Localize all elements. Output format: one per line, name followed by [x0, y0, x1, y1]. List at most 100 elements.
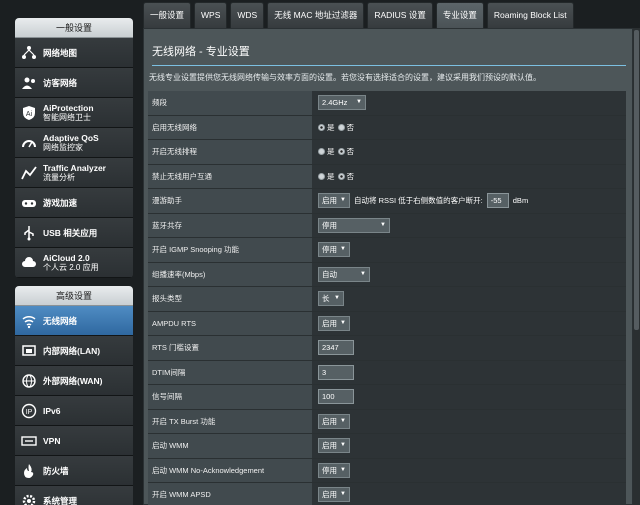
main-panel: 无线网络 - 专业设置 无线专业设置提供您无线网络传输与效率方面的设置。若您没有… — [143, 28, 633, 505]
page-description: 无线专业设置提供您无线网络传输与效率方面的设置。若您没有选择适合的设置，建议采用… — [149, 73, 541, 82]
group-title-advanced: 高级设置 — [15, 286, 133, 306]
lan-icon — [19, 341, 39, 361]
sidebar-item-subtitle: 流量分析 — [43, 172, 75, 182]
setting-row-roaming: 漫游助手 启用 ▼ 自动将 RSSI 低于右侧数值的客户断开: -55 dBm — [148, 189, 626, 214]
sidebar-item-label: 游戏加速 — [43, 198, 77, 208]
sidebar-item-advanced-1[interactable]: 内部网络(LAN) — [15, 336, 133, 366]
tab-1[interactable]: WPS — [194, 2, 228, 28]
setting-row-isolation: 禁止无线用户互通 是 否 — [148, 164, 626, 189]
tab-2[interactable]: WDS — [230, 2, 265, 28]
sidebar-item-title: 游戏加速 — [43, 197, 78, 208]
radio-label-no: 否 — [346, 171, 355, 181]
setting-row-wmm-noack: 启动 WMM No-Acknowledgement 停用 ▼ — [148, 458, 626, 483]
sidebar-item-subtitle: 智能网络卫士 — [43, 112, 91, 122]
wmm-noack-select[interactable]: 停用 ▼ — [318, 462, 350, 478]
aiprotection-icon: Ai — [19, 103, 39, 123]
radio-label-yes: 是 — [327, 171, 335, 181]
chevron-down-icon: ▼ — [340, 466, 346, 473]
usb-icon — [19, 223, 39, 243]
radio-label-no: 否 — [346, 147, 355, 157]
schedule-yes-radio[interactable] — [318, 148, 325, 156]
enable-radio-no-radio[interactable] — [337, 123, 345, 131]
sidebar-item-label: 访客网络 — [43, 78, 77, 88]
tab-6[interactable]: Roaming Block List — [486, 2, 574, 28]
network-map-icon — [19, 43, 39, 63]
beacon-interval-input[interactable]: 100 — [318, 389, 354, 405]
sidebar-item-title: 防火墙 — [43, 465, 69, 476]
sidebar-item-general-1[interactable]: 访客网络 — [15, 68, 133, 98]
setting-row-enable-radio: 启用无线网络 是 否 — [148, 115, 626, 140]
roaming-select[interactable]: 启用 ▼ — [318, 193, 350, 209]
multicast-select[interactable]: 自动 ▼ — [318, 266, 370, 282]
guest-network-icon — [19, 73, 39, 93]
sidebar-item-label: 无线网络 — [43, 316, 77, 326]
sidebar-item-general-2[interactable]: Ai AiProtection 智能网络卫士 — [15, 98, 133, 128]
band-select[interactable]: 2.4GHz ▼ — [318, 95, 366, 111]
roaming-description: 自动将 RSSI 低于右侧数值的客户断开: — [354, 196, 483, 206]
sidebar-item-advanced-0[interactable]: 无线网络 — [15, 306, 133, 336]
sidebar-item-label: USB 相关应用 — [43, 228, 97, 238]
isolation-yes-radio[interactable] — [318, 172, 325, 180]
page-scrollbar[interactable] — [633, 28, 640, 505]
sidebar-item-title: Traffic Analyzer — [43, 162, 106, 173]
sidebar-item-title: AiCloud 2.0 — [43, 252, 90, 263]
sidebar-item-general-0[interactable]: 网络地图 — [15, 38, 133, 68]
schedule-no-radio[interactable] — [337, 148, 345, 156]
ampdu-rts-select[interactable]: 启用 ▼ — [318, 315, 350, 331]
sidebar-item-title: IPv6 — [43, 405, 61, 416]
setting-label: 组播速率(Mbps) — [148, 262, 312, 286]
chevron-down-icon: ▼ — [340, 246, 346, 253]
sidebar-item-general-7[interactable]: AiCloud 2.0 个人云 2.0 应用 — [15, 248, 133, 278]
sidebar-item-general-4[interactable]: Traffic Analyzer 流量分析 — [15, 158, 133, 188]
isolation-no-radio[interactable] — [337, 172, 345, 180]
preamble-select[interactable]: 长 ▼ — [318, 291, 344, 307]
setting-label: 蓝牙共存 — [148, 213, 312, 237]
radio-label-yes: 是 — [327, 147, 335, 157]
sidebar-item-general-3[interactable]: Adaptive QoS 网络监控家 — [15, 128, 133, 158]
setting-label: 禁止无线用户互通 — [148, 164, 312, 188]
sidebar-item-subtitle: 网络监控家 — [43, 142, 83, 152]
dtim-input[interactable]: 3 — [318, 364, 354, 380]
sidebar-item-label: VPN — [43, 436, 60, 446]
tab-bar: 一般设置 WPS WDS 无线 MAC 地址过滤器 RADIUS 设置 专业设置 Roami… — [143, 2, 577, 28]
aicloud-icon — [19, 253, 39, 273]
rssi-input[interactable]: -55 — [486, 193, 509, 209]
tab-5[interactable]: 专业设置 — [435, 2, 484, 28]
setting-label: 漫游助手 — [148, 189, 312, 213]
sidebar-item-advanced-3[interactable]: IP IPv6 — [15, 396, 133, 426]
sidebar-item-advanced-5[interactable]: 防火墙 — [15, 456, 133, 486]
sidebar-item-general-5[interactable]: 游戏加速 — [15, 188, 133, 218]
sidebar-item-label: Traffic Analyzer 流量分析 — [43, 163, 106, 183]
setting-row-multicast: 组播速率(Mbps) 自动 ▼ — [148, 262, 626, 287]
setting-label: 信号间隔 — [148, 385, 312, 409]
setting-row-igmp: 开启 IGMP Snooping 功能 停用 ▼ — [148, 238, 626, 263]
game-boost-icon — [19, 193, 39, 213]
tab-3[interactable]: 无线 MAC 地址过滤器 — [267, 2, 365, 28]
ipv6-icon: IP — [19, 401, 39, 421]
scrollbar-thumb[interactable] — [634, 30, 639, 330]
sidebar-item-general-6[interactable]: USB 相关应用 — [15, 218, 133, 248]
txburst-select[interactable]: 启用 ▼ — [318, 413, 350, 429]
sidebar-item-title: VPN — [43, 435, 61, 446]
tab-0[interactable]: 一般设置 — [143, 2, 192, 28]
sidebar-item-title: 网络地图 — [43, 47, 78, 58]
sidebar-item-advanced-2[interactable]: 外部网络(WAN) — [15, 366, 133, 396]
bluetooth-select[interactable]: 停用 ▼ — [318, 217, 390, 233]
sidebar-item-label: 系统管理 — [43, 496, 77, 505]
tab-4[interactable]: RADIUS 设置 — [367, 2, 433, 28]
settings-table: 频段 2.4GHz ▼ 启用无线网络 是 否 开启无线排程 是 否 禁止无线用户互… — [148, 91, 626, 505]
sidebar-item-advanced-6[interactable]: 系统管理 — [15, 486, 133, 505]
rts-threshold-input[interactable]: 2347 — [318, 340, 354, 356]
wmm-select[interactable]: 启用 ▼ — [318, 438, 350, 454]
setting-label: 报头类型 — [148, 287, 312, 311]
sidebar-item-title: USB 相关应用 — [43, 227, 98, 238]
setting-row-band: 频段 2.4GHz ▼ — [148, 91, 626, 116]
sidebar-item-subtitle: 个人云 2.0 应用 — [43, 262, 99, 272]
igmp-select[interactable]: 停用 ▼ — [318, 242, 350, 258]
wmm-apsd-select[interactable]: 启用 ▼ — [318, 487, 350, 503]
sidebar-item-advanced-4[interactable]: VPN — [15, 426, 133, 456]
chevron-down-icon: ▼ — [340, 197, 346, 204]
sidebar-item-label: 外部网络(WAN) — [43, 376, 103, 386]
enable-radio-yes-radio[interactable] — [318, 123, 325, 131]
sidebar-item-title: 外部网络(WAN) — [43, 375, 103, 386]
